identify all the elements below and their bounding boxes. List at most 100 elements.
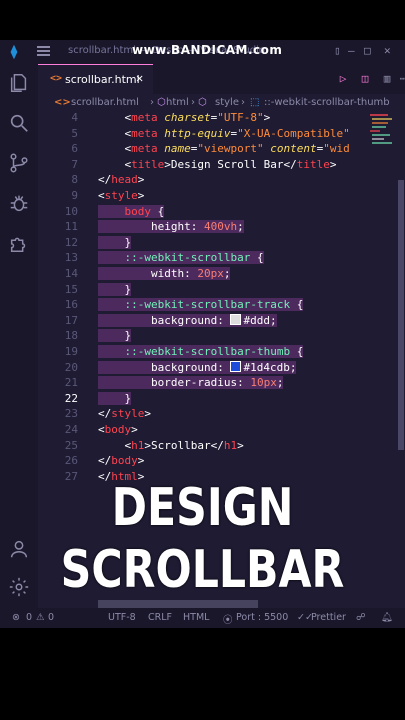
code-line[interactable]: 20 background: #1d4cdb; — [38, 360, 398, 376]
code-text[interactable]: background: #1d4cdb; — [98, 360, 297, 376]
line-number: 12 — [64, 235, 78, 249]
code-text[interactable]: <meta name="viewport" content="wid — [98, 141, 349, 157]
code-text[interactable]: </head> — [98, 172, 144, 188]
notifications-bell-icon[interactable]: 🔔︎ — [381, 612, 393, 623]
code-line[interactable]: 7 <title>Design Scroll Bar</title> — [38, 157, 398, 173]
code-line[interactable]: 11 height: 400vh; — [38, 219, 398, 235]
chevron-right-icon: › — [150, 97, 154, 108]
line-number: 14 — [64, 267, 78, 280]
preview-icon[interactable]: ◫ — [358, 72, 372, 86]
code-line[interactable]: 8 </head> — [38, 172, 398, 188]
line-number: 13 — [64, 251, 78, 265]
selector-icon: ⬚ — [250, 97, 260, 108]
explorer-icon[interactable] — [8, 72, 30, 94]
breadcrumb-style[interactable]: style — [215, 97, 239, 108]
line-number: 18 — [64, 329, 78, 343]
code-text[interactable]: <meta http-equiv="X-UA-Compatible" — [98, 126, 349, 142]
code-line[interactable]: 17 background: #ddd; — [38, 313, 398, 329]
vscode-logo-icon: ⧫ — [9, 44, 19, 60]
code-line[interactable]: 13 ::-webkit-scrollbar { — [38, 250, 398, 266]
tab-close-icon[interactable]: ✕ — [136, 71, 143, 85]
line-number: 16 — [64, 298, 78, 312]
close-window-icon[interactable]: ✕ — [384, 44, 391, 57]
caption-line-2: SCROLLBAR — [60, 540, 345, 600]
code-text[interactable]: </body> — [98, 453, 144, 469]
code-text[interactable]: ::-webkit-scrollbar-thumb { — [98, 344, 304, 360]
split-editor-icon[interactable]: ▥ — [380, 72, 394, 86]
code-text[interactable]: <body> — [98, 422, 138, 438]
breadcrumb-file[interactable]: scrollbar.html — [71, 97, 139, 108]
code-line[interactable]: 14 width: 20px; — [38, 266, 398, 282]
code-text[interactable]: height: 400vh; — [98, 219, 244, 235]
code-text[interactable]: background: #ddd; — [98, 313, 277, 329]
line-number: 22 — [64, 391, 78, 405]
code-text[interactable]: ::-webkit-scrollbar { — [98, 250, 264, 266]
more-actions-icon[interactable]: ⋯ — [396, 72, 405, 86]
code-line[interactable]: 6 <meta name="viewport" content="wid — [38, 141, 398, 157]
run-icon[interactable]: ▷ — [336, 72, 350, 86]
settings-gear-icon[interactable] — [8, 576, 30, 598]
code-line[interactable]: 4 <meta charset="UTF-8"> — [38, 110, 398, 126]
minimize-icon[interactable]: — — [348, 44, 355, 57]
code-text[interactable]: <h1>Scrollbar</h1> — [98, 438, 243, 454]
code-text[interactable]: <meta charset="UTF-8"> — [98, 110, 270, 126]
debug-icon[interactable] — [8, 192, 30, 214]
line-number: 5 — [71, 126, 78, 140]
code-line[interactable]: 10 body { — [38, 204, 398, 220]
code-text[interactable]: } — [98, 391, 132, 407]
prettier-label[interactable]: Prettier — [311, 612, 346, 623]
code-text[interactable]: } — [98, 235, 132, 251]
source-control-icon[interactable] — [8, 152, 30, 174]
caption-line-1: DESIGN — [111, 478, 294, 538]
line-number: 10 — [64, 204, 78, 218]
tab-scrollbar-html[interactable]: <> scrollbar.html ✕ — [38, 64, 153, 95]
element-icon: ⬡ — [198, 97, 207, 108]
code-line[interactable]: 19 ::-webkit-scrollbar-thumb { — [38, 344, 398, 360]
code-text[interactable]: } — [98, 328, 132, 344]
breadcrumb-selector[interactable]: ::-webkit-scrollbar-thumb — [264, 97, 390, 108]
code-text[interactable]: <title>Design Scroll Bar</title> — [98, 157, 336, 173]
line-number: 8 — [71, 173, 78, 187]
code-text[interactable]: body { — [98, 204, 165, 220]
extensions-icon[interactable] — [8, 232, 30, 254]
code-text[interactable]: } — [98, 282, 132, 298]
code-text[interactable]: border-radius: 10px; — [98, 375, 284, 391]
line-number: 6 — [71, 142, 78, 156]
code-text[interactable]: </style> — [98, 406, 151, 422]
warning-icon[interactable]: ⚠ — [36, 612, 45, 623]
code-line[interactable]: 22 } — [38, 391, 398, 407]
code-text[interactable]: width: 20px; — [98, 266, 231, 282]
menu-icon[interactable] — [37, 46, 50, 56]
eol-label[interactable]: CRLF — [148, 612, 172, 623]
account-icon[interactable] — [8, 538, 30, 560]
code-line[interactable]: 25 <h1>Scrollbar</h1> — [38, 438, 398, 454]
language-label[interactable]: HTML — [183, 612, 209, 623]
breadcrumb-html[interactable]: html — [166, 97, 189, 108]
line-number: 21 — [64, 376, 78, 390]
search-icon[interactable] — [8, 112, 30, 134]
code-line[interactable]: 26 </body> — [38, 453, 398, 469]
encoding-label[interactable]: UTF-8 — [108, 612, 136, 623]
code-line[interactable]: 24 <body> — [38, 422, 398, 438]
code-line[interactable]: 12 } — [38, 235, 398, 251]
line-number: 9 — [71, 189, 78, 202]
live-server-port[interactable]: Port : 5500 — [236, 612, 288, 623]
warning-count[interactable]: 0 — [48, 612, 54, 623]
minimap[interactable] — [368, 112, 396, 172]
maximize-icon[interactable]: □ — [364, 44, 371, 57]
feedback-icon[interactable]: ☍ — [356, 612, 366, 623]
layout-toggle-icon[interactable]: ▯ — [334, 44, 341, 57]
error-icon[interactable]: ⊗ — [12, 612, 20, 623]
code-text[interactable]: <style> — [98, 188, 144, 204]
code-line[interactable]: 16 ::-webkit-scrollbar-track { — [38, 297, 398, 313]
vertical-scrollbar[interactable] — [398, 180, 404, 450]
code-line[interactable]: 9 <style> — [38, 188, 398, 204]
line-number: 26 — [64, 454, 78, 468]
code-line[interactable]: 23 </style> — [38, 406, 398, 422]
code-line[interactable]: 18 } — [38, 328, 398, 344]
code-text[interactable]: ::-webkit-scrollbar-track { — [98, 297, 304, 313]
code-line[interactable]: 15 } — [38, 282, 398, 298]
error-count[interactable]: 0 — [26, 612, 32, 623]
code-line[interactable]: 5 <meta http-equiv="X-UA-Compatible" — [38, 126, 398, 142]
code-line[interactable]: 21 border-radius: 10px; — [38, 375, 398, 391]
